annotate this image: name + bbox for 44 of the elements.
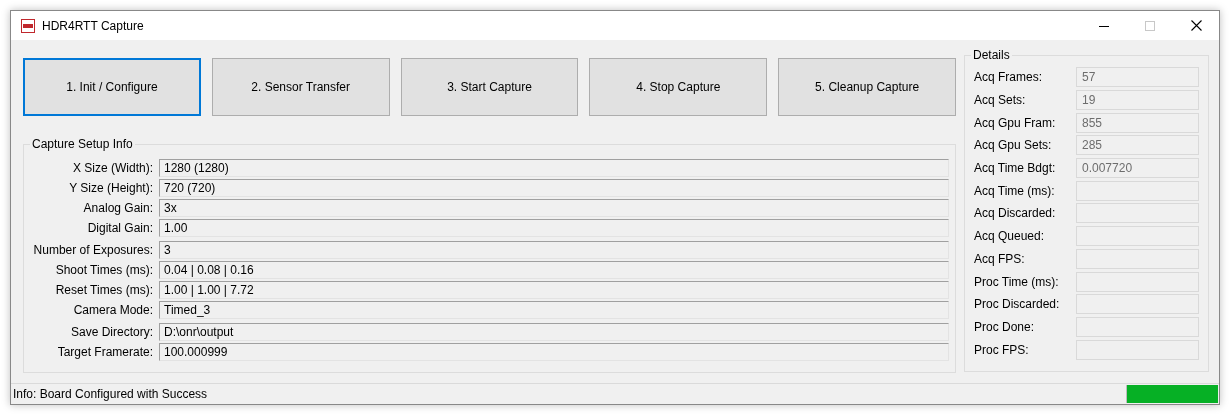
- field-label: Proc Done:: [974, 319, 1036, 334]
- field-label: Acq Frames:: [974, 70, 1043, 85]
- window-title: HDR4RTT Capture: [42, 18, 145, 33]
- step-button[interactable]: 3. Start Capture: [400, 58, 579, 116]
- app-icon: [21, 18, 35, 33]
- field-label: Acq Gpu Fram:: [974, 115, 1057, 130]
- step-button[interactable]: 2. Sensor Transfer: [211, 58, 390, 116]
- step-button[interactable]: 4. Stop Capture: [589, 58, 768, 116]
- step-button[interactable]: 5. Cleanup Capture: [778, 58, 956, 116]
- field-label: Proc Discarded:: [974, 297, 1061, 312]
- group-title: Details: [971, 48, 1012, 62]
- field-label: Analog Gain:: [82, 200, 154, 215]
- value-field[interactable]: 100.000999: [159, 342, 949, 361]
- step-button[interactable]: 1. Init / Configure: [23, 58, 201, 116]
- value-field[interactable]: 1.00: [159, 218, 949, 237]
- group-title: Capture Setup Info: [30, 137, 135, 151]
- field-label: Acq Time (ms):: [974, 183, 1056, 198]
- field-label: X Size (Width):: [72, 160, 154, 175]
- field-label: Shoot Times (ms):: [54, 262, 154, 277]
- value-field[interactable]: Timed_3: [159, 300, 949, 319]
- close-icon[interactable]: [1190, 20, 1202, 31]
- value-field[interactable]: 1280 (1280): [159, 158, 949, 177]
- field-label: Save Directory:: [69, 324, 154, 339]
- field-label: Proc Time (ms):: [974, 274, 1060, 289]
- value-field[interactable]: D:\onr\output: [159, 322, 949, 341]
- field-label: Acq Time Bdgt:: [974, 161, 1057, 176]
- value-field[interactable]: 3: [159, 240, 949, 259]
- status-text: Info: Board Configured with Success: [13, 387, 209, 401]
- field-label: Acq Sets:: [974, 93, 1027, 108]
- value-field[interactable]: 720 (720): [159, 178, 949, 197]
- field-label: Digital Gain:: [86, 220, 154, 235]
- field-label: Camera Mode:: [72, 302, 154, 317]
- field-label: Acq Gpu Sets:: [974, 138, 1053, 153]
- field-label: Acq FPS:: [974, 251, 1026, 266]
- field-label: Acq Discarded:: [974, 206, 1057, 221]
- field-label: Target Framerate:: [56, 344, 154, 359]
- field-label: Y Size (Height):: [68, 180, 154, 195]
- value-field[interactable]: 1.00 | 1.00 | 7.72: [159, 280, 949, 299]
- value-field[interactable]: 3x: [159, 198, 949, 217]
- value-field[interactable]: 0.04 | 0.08 | 0.16: [159, 260, 949, 279]
- field-label: Proc FPS:: [974, 342, 1030, 357]
- field-label: Reset Times (ms):: [54, 282, 154, 297]
- field-label: Acq Queued:: [974, 229, 1046, 244]
- field-label: Number of Exposures:: [32, 242, 154, 257]
